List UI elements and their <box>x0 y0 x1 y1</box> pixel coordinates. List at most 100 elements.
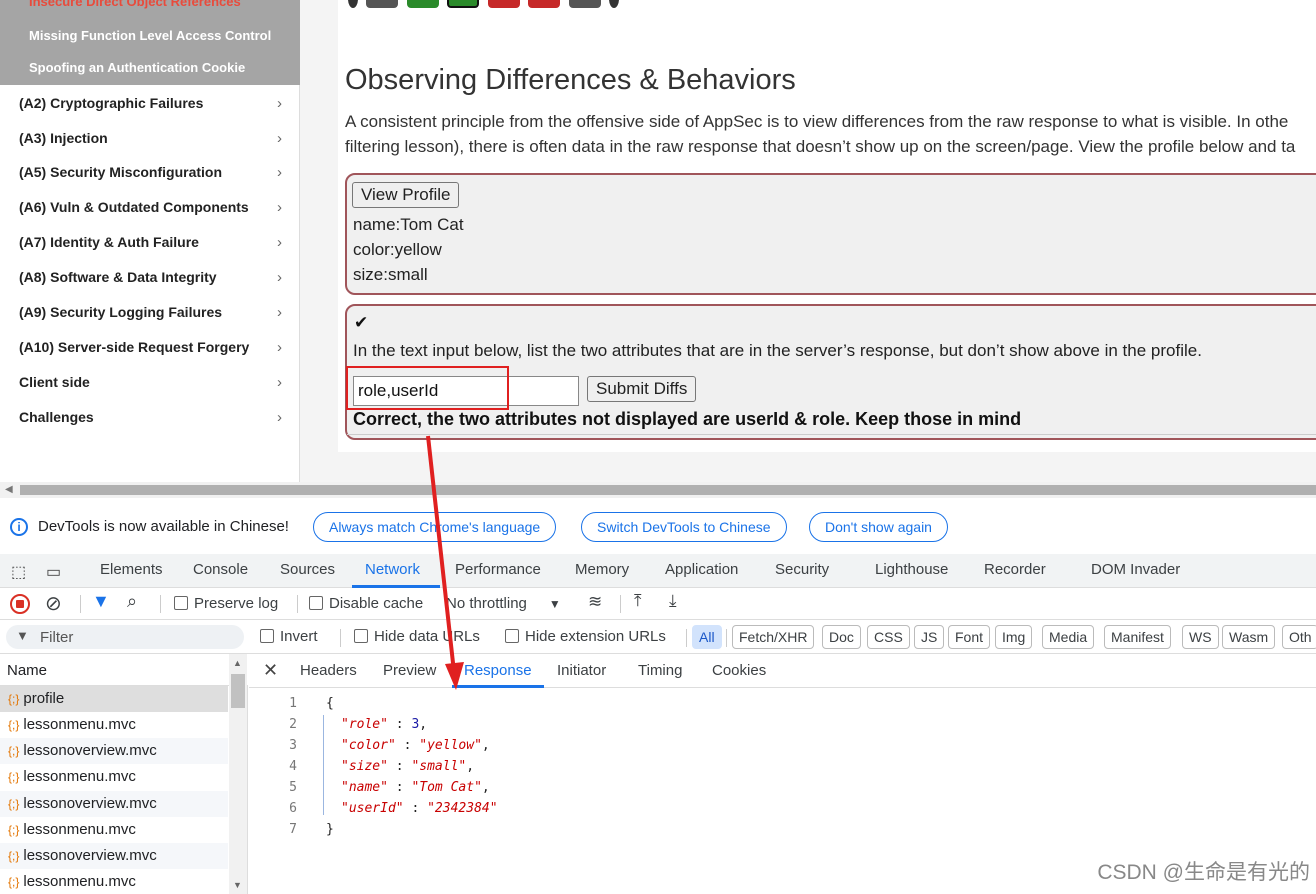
dont-show-again-button[interactable]: Don't show again <box>809 512 948 542</box>
page-link-icon[interactable] <box>447 0 480 8</box>
device-toolbar-icon[interactable]: ▭ <box>46 562 61 582</box>
request-row[interactable]: {;} lessonoverview.mvc <box>0 791 228 817</box>
export-har-icon[interactable]: ⤓ <box>669 591 677 611</box>
filter-input[interactable]: ▼ Filter <box>6 625 244 649</box>
preserve-log-checkbox[interactable]: Preserve log <box>174 595 278 612</box>
network-conditions-icon[interactable]: ≋ <box>588 592 602 612</box>
filter-chip-other[interactable]: Oth <box>1282 625 1316 649</box>
scrollbar-thumb[interactable] <box>20 485 1316 495</box>
filter-chip-font[interactable]: Font <box>948 625 991 649</box>
scroll-down-icon[interactable]: ▼ <box>233 880 242 890</box>
sidebar-category-a2[interactable]: (A2) Cryptographic Failures › <box>19 95 284 112</box>
switch-devtools-chinese-button[interactable]: Switch DevTools to Chinese <box>581 512 787 542</box>
tab-performance[interactable]: Performance <box>455 561 541 578</box>
tab-response[interactable]: Response <box>464 662 532 679</box>
request-row[interactable]: {;} lessonoverview.mvc <box>0 843 228 869</box>
page-link-icon[interactable] <box>406 0 439 8</box>
scroll-up-icon[interactable]: ▲ <box>233 658 242 668</box>
page-link-icon[interactable] <box>366 0 399 8</box>
sidebar-category-a10[interactable]: (A10) Server-side Request Forgery › <box>19 339 284 356</box>
filter-chip-manifest[interactable]: Manifest <box>1104 625 1171 649</box>
scroll-left-icon[interactable]: ◀ <box>5 484 13 495</box>
horizontal-scrollbar[interactable]: ◀ <box>0 482 1316 498</box>
hide-data-urls-checkbox[interactable]: Hide data URLs <box>354 628 480 645</box>
checkbox-box[interactable] <box>309 596 323 610</box>
tab-recorder[interactable]: Recorder <box>984 561 1046 578</box>
sidebar-category-a9[interactable]: (A9) Security Logging Failures › <box>19 304 284 321</box>
page-link-icon[interactable] <box>487 0 520 8</box>
always-match-language-button[interactable]: Always match Chrome's language <box>313 512 557 542</box>
request-row[interactable]: {;} lessonmenu.mvc <box>0 817 228 843</box>
sidebar-subitem-idor[interactable]: Insecure Direct Object References <box>29 0 241 9</box>
network-filter-bar: ▼ Filter Invert Hide data URLs Hide exte… <box>0 620 1316 654</box>
profile-field: size:small <box>353 265 428 284</box>
filter-chip-css[interactable]: CSS <box>867 625 910 649</box>
invert-checkbox[interactable]: Invert <box>260 628 318 645</box>
request-row[interactable]: {;} lessonmenu.mvc <box>0 712 228 738</box>
page-link-icon[interactable] <box>528 0 561 8</box>
request-row[interactable]: {;} profile <box>0 686 228 712</box>
tab-dom-invader[interactable]: DOM Invader <box>1091 561 1180 578</box>
page-dot-icon[interactable] <box>348 0 358 8</box>
request-row[interactable]: {;} lessonmenu.mvc <box>0 764 228 790</box>
tab-elements[interactable]: Elements <box>100 561 163 578</box>
checkbox-box[interactable] <box>505 629 519 643</box>
tab-sources[interactable]: Sources <box>280 561 335 578</box>
tab-memory[interactable]: Memory <box>575 561 629 578</box>
sidebar-category-a5[interactable]: (A5) Security Misconfiguration › <box>19 164 284 181</box>
request-list-scrollbar[interactable]: ▲ ▼ <box>229 654 247 894</box>
sidebar-category-a3[interactable]: (A3) Injection › <box>19 130 284 147</box>
page-dot-icon[interactable] <box>609 0 620 8</box>
import-har-icon[interactable]: ⤒ <box>634 591 642 611</box>
code-line: "role" : 3, <box>341 717 427 732</box>
request-list-header[interactable]: Name <box>0 654 248 686</box>
line-number: 6 <box>289 801 297 816</box>
request-row[interactable]: {;} lessonoverview.mvc <box>0 738 228 764</box>
checkbox-box[interactable] <box>260 629 274 643</box>
close-icon[interactable]: ✕ <box>263 660 278 681</box>
tab-timing[interactable]: Timing <box>638 662 682 679</box>
filter-chip-all[interactable]: All <box>692 625 722 649</box>
disable-cache-checkbox[interactable]: Disable cache <box>309 595 423 612</box>
filter-funnel-icon[interactable]: ▼ <box>92 591 110 612</box>
view-profile-button[interactable]: View Profile <box>352 182 460 208</box>
sidebar-category-client-side[interactable]: Client side › <box>19 374 284 391</box>
request-row[interactable]: {;} lessonmenu.mvc <box>0 869 228 894</box>
throttling-select[interactable]: No throttling ▼ <box>446 595 561 612</box>
checkbox-box[interactable] <box>354 629 368 643</box>
search-icon[interactable]: ⌕ <box>127 591 137 612</box>
filter-chip-fetch-xhr[interactable]: Fetch/XHR <box>732 625 815 649</box>
clear-icon[interactable]: ⊘ <box>45 591 62 616</box>
sidebar-category-a8[interactable]: (A8) Software & Data Integrity › <box>19 269 284 286</box>
filter-chip-img[interactable]: Img <box>995 625 1033 649</box>
sidebar-category-challenges[interactable]: Challenges › <box>19 409 284 426</box>
sidebar-subitem-missing-function-access[interactable]: Missing Function Level Access Control <box>29 28 271 43</box>
tab-security[interactable]: Security <box>775 561 829 578</box>
tab-cookies[interactable]: Cookies <box>712 662 766 679</box>
filter-chip-doc[interactable]: Doc <box>822 625 861 649</box>
tab-network[interactable]: Network <box>365 561 420 578</box>
profile-field: name:Tom Cat <box>353 215 464 234</box>
sidebar-category-a7[interactable]: (A7) Identity & Auth Failure › <box>19 234 284 251</box>
tab-console[interactable]: Console <box>193 561 248 578</box>
submit-diffs-button[interactable]: Submit Diffs <box>587 376 697 402</box>
tab-application[interactable]: Application <box>665 561 738 578</box>
tab-initiator[interactable]: Initiator <box>557 662 606 679</box>
sidebar-subitem-spoofing-cookie[interactable]: Spoofing an Authentication Cookie <box>29 60 245 75</box>
checkbox-box[interactable] <box>174 596 188 610</box>
hide-extension-urls-checkbox[interactable]: Hide extension URLs <box>505 628 666 645</box>
filter-chip-js[interactable]: JS <box>914 625 945 649</box>
filter-chip-ws[interactable]: WS <box>1182 625 1219 649</box>
tab-headers[interactable]: Headers <box>300 662 357 679</box>
scrollbar-thumb[interactable] <box>231 674 245 708</box>
filter-chip-wasm[interactable]: Wasm <box>1222 625 1276 649</box>
tab-lighthouse[interactable]: Lighthouse <box>875 561 948 578</box>
inspect-element-icon[interactable]: ⬚ <box>11 562 26 582</box>
filter-chip-media[interactable]: Media <box>1042 625 1095 649</box>
record-stop-icon[interactable] <box>10 594 30 614</box>
sidebar-category-a6[interactable]: (A6) Vuln & Outdated Components › <box>19 199 284 216</box>
divider <box>80 595 81 613</box>
tab-preview[interactable]: Preview <box>383 662 436 679</box>
page-link-icon[interactable] <box>568 0 601 8</box>
chevron-right-icon: › <box>277 269 282 286</box>
